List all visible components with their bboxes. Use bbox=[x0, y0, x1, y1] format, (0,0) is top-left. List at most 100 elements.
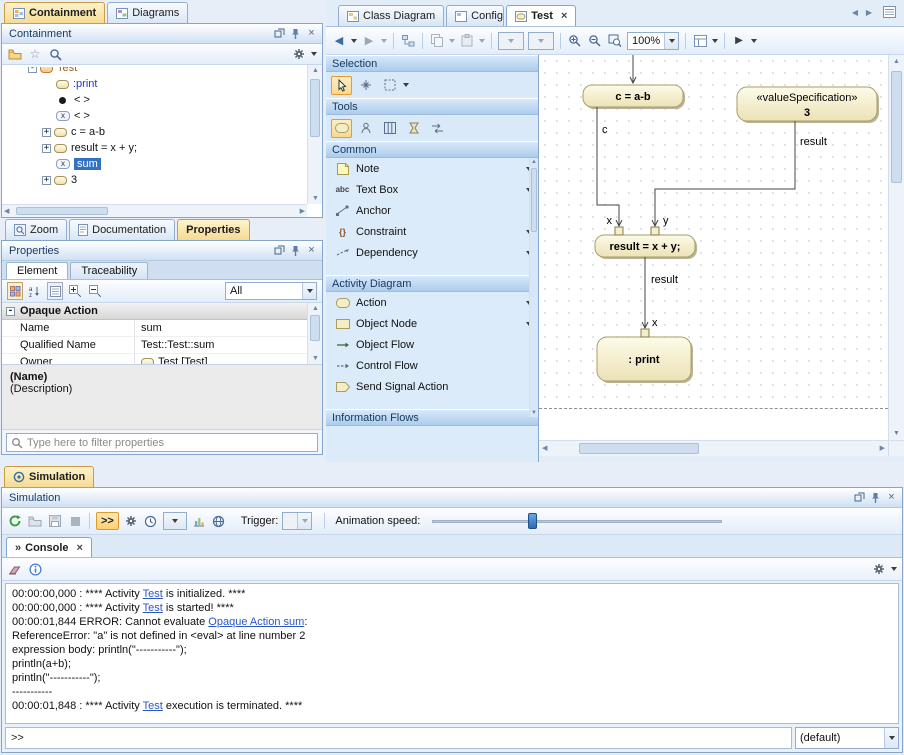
tab-test[interactable]: Test × bbox=[506, 5, 576, 26]
palette-item-send-signal-action[interactable]: Send Signal Action bbox=[326, 376, 538, 397]
canvas-horizontal-scrollbar[interactable]: ◀ ▶ bbox=[539, 440, 888, 456]
tab-documentation[interactable]: Documentation bbox=[69, 219, 175, 240]
element-link[interactable]: Test bbox=[143, 700, 163, 712]
palette-item-constraint[interactable]: {} Constraint bbox=[326, 221, 538, 242]
dependencies-tool-button[interactable] bbox=[427, 119, 448, 138]
pin-icon[interactable] bbox=[288, 27, 303, 41]
filter-properties-input[interactable] bbox=[27, 437, 313, 449]
diagram-canvas[interactable]: c = a-b «valueSpecification» 3 c bbox=[539, 55, 888, 440]
input-pin-x[interactable] bbox=[615, 227, 623, 235]
properties-group-header[interactable]: - Opaque Action bbox=[2, 303, 322, 320]
palette-item-object-flow[interactable]: Object Flow bbox=[326, 334, 538, 355]
favorites-star-icon[interactable]: ☆ bbox=[27, 45, 43, 63]
property-row[interactable]: Owner Test [Test] bbox=[2, 354, 322, 365]
containment-tree[interactable]: - Test :print < > x < > + bbox=[2, 65, 322, 217]
palette-item-text-box[interactable]: abc Text Box bbox=[326, 179, 538, 200]
close-tab-icon[interactable]: × bbox=[77, 542, 83, 554]
run-diagram-icon[interactable]: ▶ bbox=[731, 32, 747, 50]
palette-item-object-node[interactable]: Object Node bbox=[326, 313, 538, 334]
sticky-tool-button[interactable] bbox=[331, 119, 352, 138]
animate-toggle-button[interactable]: >> bbox=[96, 512, 119, 530]
tree-item-selected[interactable]: x sum bbox=[4, 156, 306, 172]
expand-icon[interactable]: + bbox=[42, 176, 51, 185]
run-button[interactable] bbox=[7, 512, 23, 530]
palette-header-selection[interactable]: Selection bbox=[326, 55, 538, 72]
tab-console[interactable]: » Console × bbox=[6, 537, 92, 557]
gear-icon[interactable] bbox=[291, 45, 307, 63]
pin-icon[interactable] bbox=[868, 491, 883, 505]
selection-dropdown-icon[interactable] bbox=[403, 83, 409, 87]
expand-icon[interactable]: + bbox=[42, 144, 51, 153]
tab-list-icon[interactable] bbox=[883, 6, 896, 21]
delay-combo[interactable] bbox=[163, 512, 187, 530]
float-icon[interactable] bbox=[272, 244, 287, 258]
properties-scrollbar[interactable]: ▲ ▼ bbox=[307, 303, 322, 364]
collapse-icon[interactable]: - bbox=[6, 307, 15, 316]
scrollbar-thumb[interactable] bbox=[16, 207, 108, 215]
palette-header-common[interactable]: Common bbox=[326, 141, 538, 158]
swimlanes-tool-button[interactable] bbox=[379, 119, 400, 138]
palette-item-note[interactable]: Note bbox=[326, 158, 538, 179]
scroll-tabs-right-icon[interactable]: ▶ bbox=[866, 9, 872, 17]
tree-vertical-scrollbar[interactable]: ▲ ▼ bbox=[307, 65, 322, 204]
scrollbar-thumb[interactable] bbox=[891, 71, 902, 183]
close-icon[interactable]: × bbox=[304, 27, 319, 41]
fit-in-window-icon[interactable] bbox=[607, 32, 623, 50]
open-element-icon[interactable] bbox=[7, 45, 23, 63]
slider-track[interactable] bbox=[432, 520, 722, 523]
tab-class-diagram[interactable]: Class Diagram bbox=[338, 5, 444, 26]
filter-properties-box[interactable] bbox=[6, 433, 318, 452]
animation-speed-slider[interactable] bbox=[432, 512, 722, 530]
search-icon[interactable] bbox=[47, 45, 63, 63]
palette-item-action[interactable]: Action bbox=[326, 292, 538, 313]
expand-icon[interactable]: + bbox=[42, 128, 51, 137]
collapse-all-button[interactable] bbox=[87, 282, 103, 300]
hourglass-tool-button[interactable] bbox=[403, 119, 424, 138]
property-row[interactable]: Name sum bbox=[2, 320, 322, 337]
stereotype-tool-button[interactable] bbox=[355, 119, 376, 138]
web-server-icon[interactable] bbox=[211, 512, 227, 530]
back-button[interactable]: ◀ bbox=[331, 32, 347, 50]
palette-header-activity-diagram[interactable]: Activity Diagram bbox=[326, 275, 538, 292]
info-icon[interactable] bbox=[27, 560, 43, 578]
tree-item[interactable]: + c = a-b bbox=[4, 124, 306, 140]
input-pin-y[interactable] bbox=[651, 227, 659, 235]
scrollbar-thumb[interactable] bbox=[531, 168, 537, 232]
float-icon[interactable] bbox=[852, 491, 867, 505]
combo-dropdown-button[interactable] bbox=[664, 33, 678, 49]
lasso-tool-button[interactable] bbox=[379, 76, 400, 95]
tab-element[interactable]: Element bbox=[6, 262, 68, 279]
tree-item[interactable]: < > bbox=[4, 92, 306, 108]
property-value[interactable]: Test::Test::sum bbox=[134, 337, 322, 353]
tree-item[interactable]: :print bbox=[4, 76, 306, 92]
value-specification-node[interactable]: «valueSpecification» 3 bbox=[737, 87, 879, 123]
tab-config[interactable]: Config bbox=[446, 5, 504, 26]
console-output[interactable]: 00:00:00,000 : **** Activity Test is ini… bbox=[5, 583, 899, 724]
expand-all-button[interactable] bbox=[67, 282, 83, 300]
cursor-tool-button[interactable] bbox=[331, 76, 352, 95]
palette-header-tools[interactable]: Tools bbox=[326, 98, 538, 115]
scrollbar-thumb[interactable] bbox=[579, 443, 699, 454]
element-link[interactable]: Test bbox=[143, 602, 163, 614]
zoom-out-icon[interactable] bbox=[587, 32, 603, 50]
back-dropdown-icon[interactable] bbox=[351, 39, 357, 43]
scrollbar-thumb[interactable] bbox=[310, 79, 320, 137]
settings-icon[interactable] bbox=[123, 512, 139, 530]
action-node-c[interactable]: c = a-b bbox=[583, 85, 685, 109]
console-context-combo[interactable]: (default) bbox=[795, 727, 899, 749]
clear-console-icon[interactable] bbox=[7, 560, 23, 578]
object-flow-edge-result2[interactable] bbox=[642, 257, 648, 328]
sort-alphabetically-button[interactable]: az bbox=[27, 282, 43, 300]
copy-dropdown-icon[interactable] bbox=[449, 39, 455, 43]
charts-icon[interactable] bbox=[191, 512, 207, 530]
palette-scrollbar[interactable]: ▲ ▼ bbox=[529, 158, 538, 417]
action-node-result[interactable]: x y result = x + y; bbox=[595, 215, 697, 259]
collapse-icon[interactable]: - bbox=[28, 67, 37, 73]
expert-properties-button[interactable] bbox=[47, 282, 63, 300]
object-flow-edge-result[interactable] bbox=[652, 121, 795, 226]
zoom-level-combo[interactable]: 100% bbox=[627, 32, 679, 50]
property-value[interactable]: sum bbox=[134, 320, 322, 336]
close-icon[interactable]: × bbox=[884, 491, 899, 505]
scroll-tabs-left-icon[interactable]: ◀ bbox=[852, 9, 858, 17]
palette-item-anchor[interactable]: Anchor bbox=[326, 200, 538, 221]
